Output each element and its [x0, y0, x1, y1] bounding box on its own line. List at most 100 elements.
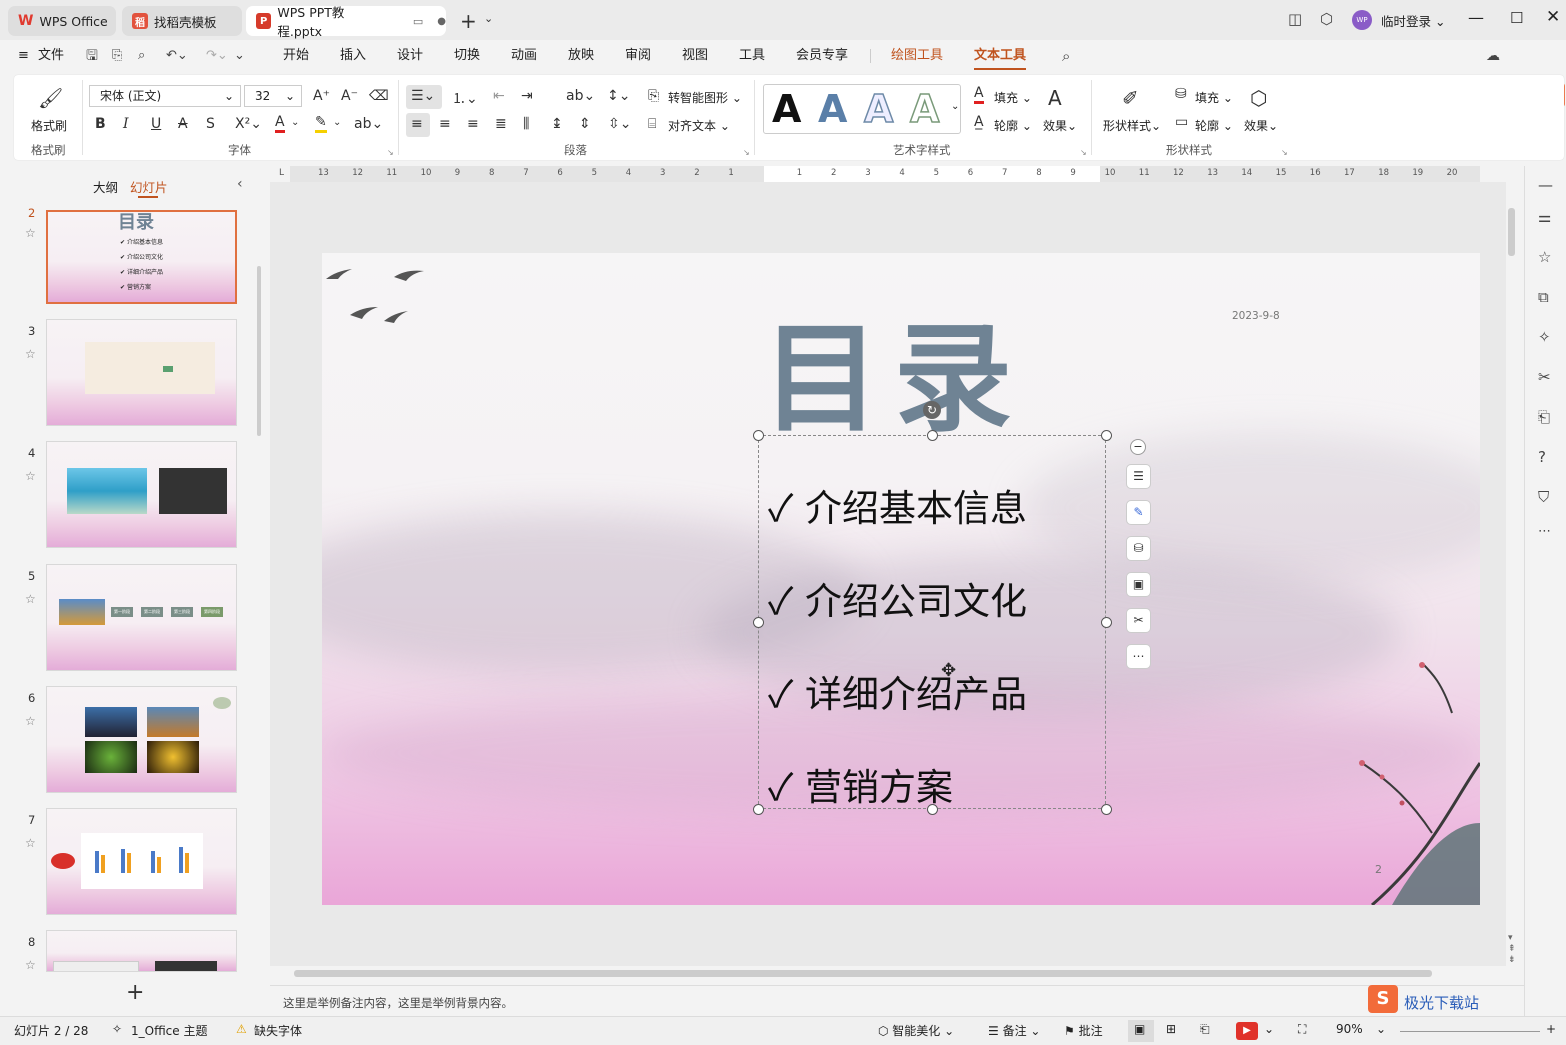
animation-icon[interactable]: ✧ — [1538, 328, 1551, 346]
collapse-icon[interactable]: — — [1538, 176, 1553, 194]
layers-icon[interactable]: ☰ — [1126, 464, 1151, 489]
slide-thumb-6[interactable] — [46, 686, 237, 793]
bullet-item[interactable]: ✓ 介绍公司文化 — [768, 571, 1027, 625]
clear-format-icon[interactable]: ⌫ — [369, 88, 389, 104]
normal-view-icon[interactable]: ▣ — [1134, 1022, 1145, 1036]
star-icon[interactable]: ☆ — [25, 347, 36, 361]
distribute-icon[interactable]: ⫼ — [523, 116, 529, 132]
ime-logo-icon[interactable]: S — [1368, 985, 1398, 1013]
superscript-icon[interactable]: X²⌄ — [235, 116, 262, 132]
close-icon[interactable]: ✕ — [1546, 7, 1560, 27]
search-icon[interactable]: ⌕ — [1062, 40, 1070, 72]
menu-text-tools[interactable]: 文本工具 — [974, 40, 1027, 72]
text-outline-button[interactable]: 轮廓 ⌄ — [994, 117, 1032, 134]
undo-icon[interactable]: ↶⌄ — [166, 40, 188, 72]
shadow-s-icon[interactable]: S — [206, 116, 215, 132]
format-painter-icon[interactable]: 🖌 — [38, 86, 63, 110]
resize-handle[interactable] — [1101, 804, 1112, 815]
fit-window-icon[interactable]: ⛶ — [1298, 1022, 1306, 1037]
shape-fill-icon[interactable]: ⛁ — [1175, 86, 1187, 102]
add-slide-icon[interactable]: + — [126, 980, 144, 1005]
shape-style-button[interactable]: 形状样式⌄ — [1103, 117, 1161, 134]
text-effect-button[interactable]: 效果⌄ — [1043, 117, 1077, 134]
book-icon[interactable]: ⎗ — [1538, 408, 1550, 426]
star-icon[interactable]: ☆ — [25, 592, 36, 606]
layout-icon[interactable]: ◫ — [1288, 10, 1302, 28]
shape-effect-icon[interactable]: ⬡ — [1250, 86, 1267, 110]
highlight-icon[interactable]: ✎ — [315, 114, 327, 133]
art-style-blue[interactable]: A — [818, 87, 847, 131]
edit-shape-icon[interactable]: ✎ — [1126, 500, 1151, 525]
art-style-black[interactable]: A — [772, 87, 801, 131]
decrease-font-icon[interactable]: A⁻ — [341, 88, 358, 104]
tab-slides[interactable]: 幻灯片 — [130, 177, 168, 196]
art-style-outline[interactable]: A — [863, 86, 894, 132]
canvas-vscrollbar[interactable] — [1508, 208, 1515, 256]
align-center-icon[interactable]: ≡ — [439, 116, 451, 132]
duplicate-icon[interactable]: ⧉ — [1538, 288, 1549, 306]
bullet-item[interactable]: ✓ 介绍基本信息 — [768, 478, 1027, 532]
text-fill-button[interactable]: 填充 ⌄ — [994, 89, 1032, 106]
format-painter-button[interactable]: 格式刷 — [31, 117, 67, 134]
save-icon[interactable]: 🖫 — [86, 40, 98, 72]
notes-button[interactable]: ☰ 备注 ⌄ — [988, 1022, 1040, 1039]
beautify-button[interactable]: ⬡ 智能美化 ⌄ — [878, 1022, 954, 1039]
avatar[interactable]: WP — [1352, 10, 1372, 30]
font-name-select[interactable]: 宋体 (正文) ⌄ — [89, 85, 241, 107]
menu-file[interactable]: 文件 — [38, 40, 64, 72]
star-icon[interactable]: ☆ — [25, 226, 36, 240]
slide-title[interactable]: 目录 — [762, 283, 1026, 454]
art-text-gallery[interactable]: A A A A ⌄ — [763, 84, 961, 134]
slide-thumb-2[interactable]: 目录 ✔ 介绍基本信息 ✔ 介绍公司文化 ✔ 详细介绍产品 ✔ 营销方案 — [46, 210, 237, 304]
notes-text[interactable]: 这里是举例备注内容，这里是举例背景内容。 — [283, 995, 513, 1011]
shape-outline-button[interactable]: 轮廓 ⌄ — [1195, 117, 1233, 134]
dialog-launcher-icon[interactable]: ↘ — [743, 148, 750, 157]
cloud-icon[interactable]: ☁ — [1486, 40, 1500, 72]
increase-indent-icon[interactable]: ⇥ — [521, 88, 533, 104]
notes-area[interactable]: 这里是举例备注内容，这里是举例背景内容。 — [270, 985, 1524, 1016]
canvas-hscrollbar[interactable] — [294, 970, 1432, 977]
link-icon[interactable]: ⎘ — [112, 40, 122, 72]
shape-fill-button[interactable]: 填充 ⌄ — [1195, 89, 1233, 106]
chevron-down-icon[interactable]: ⌄ — [1264, 1022, 1274, 1036]
resize-handle[interactable] — [753, 804, 764, 815]
comment-button[interactable]: ⚑ 批注 — [1064, 1022, 1103, 1039]
menu-tools[interactable]: 工具 — [739, 40, 765, 72]
bullet-item[interactable]: ✓ 营销方案 — [768, 757, 953, 811]
align-right-icon[interactable]: ≡ — [467, 116, 479, 132]
resize-handle[interactable] — [753, 430, 764, 441]
slide-thumb-3[interactable] — [46, 319, 237, 426]
magic-icon[interactable]: ✂ — [1538, 368, 1551, 386]
gallery-more-icon[interactable]: ⌄ — [951, 101, 959, 112]
more-icon[interactable]: ⋯ — [1126, 644, 1151, 669]
line-spacing-icon[interactable]: ↨ — [551, 116, 563, 132]
underline-icon[interactable]: U — [151, 116, 161, 132]
tab-stop-icon[interactable]: L — [279, 168, 284, 178]
dialog-launcher-icon[interactable]: ↘ — [387, 148, 394, 157]
zoom-value[interactable]: 90% — [1336, 1022, 1363, 1036]
resize-handle[interactable] — [753, 617, 764, 628]
thumbs-scrollbar[interactable] — [257, 266, 261, 436]
collapse-toolbar-icon[interactable]: − — [1130, 439, 1146, 455]
menu-design[interactable]: 设计 — [397, 40, 423, 72]
slide-thumb-7[interactable] — [46, 808, 237, 915]
smart-shape-button[interactable]: 转智能图形 ⌄ — [668, 89, 742, 106]
menu-view[interactable]: 视图 — [682, 40, 708, 72]
chevron-down-icon[interactable]: ⌄ — [291, 117, 299, 128]
star-icon[interactable]: ☆ — [25, 836, 36, 850]
tab-document[interactable]: P WPS PPT教程.pptx ▭ ● — [246, 5, 446, 39]
menu-start[interactable]: 开始 — [283, 40, 309, 72]
align-text-button[interactable]: 对齐文本 ⌄ — [668, 117, 730, 134]
properties-icon[interactable]: ⚌ — [1538, 208, 1551, 226]
shape-outline-icon[interactable]: ▭ — [1175, 114, 1188, 130]
more-icon[interactable]: ⋯ — [1538, 524, 1551, 539]
menu-insert[interactable]: 插入 — [340, 40, 366, 72]
tab-outline[interactable]: 大纲 — [93, 177, 118, 196]
reading-view-icon[interactable]: ⎗ — [1200, 1022, 1210, 1037]
para-spacing-icon[interactable]: ⇕ — [579, 116, 591, 132]
shape-style-icon[interactable]: ✐ — [1122, 86, 1139, 110]
sort-icon[interactable]: ↕⌄ — [607, 88, 630, 104]
resize-handle[interactable] — [927, 430, 938, 441]
star-icon[interactable]: ☆ — [25, 958, 36, 972]
outline-icon[interactable]: ▣ — [1126, 572, 1151, 597]
